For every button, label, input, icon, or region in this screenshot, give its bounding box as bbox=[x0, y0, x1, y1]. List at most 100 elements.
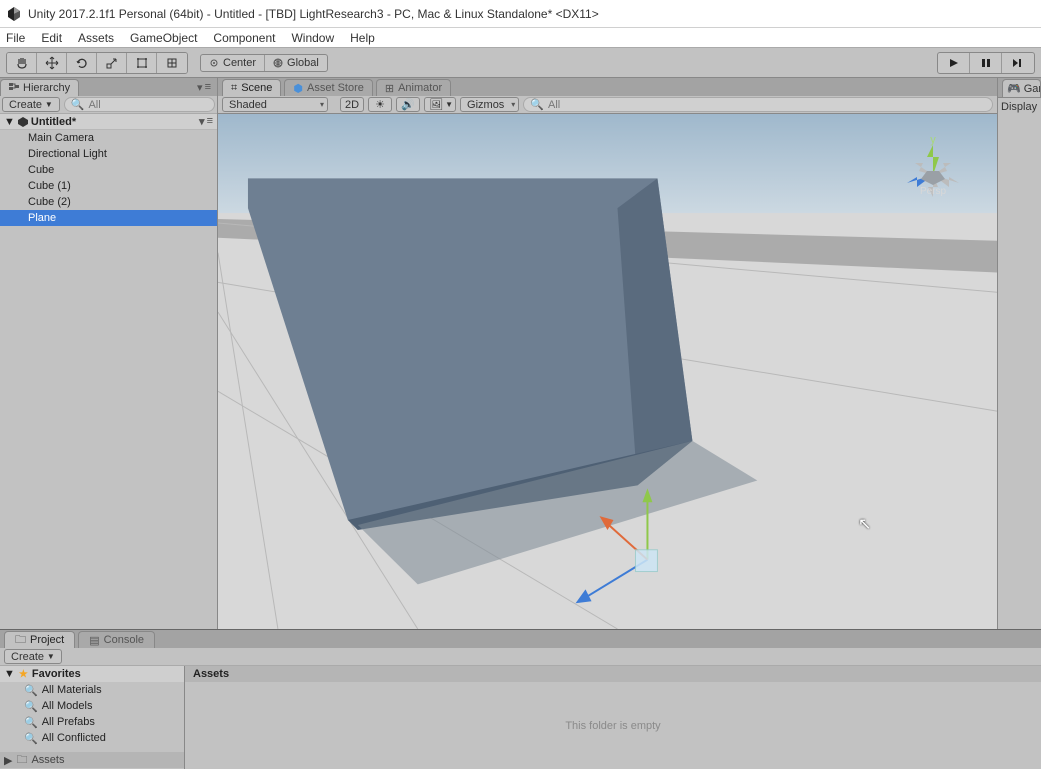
assets-folder[interactable]: ▶ 🗀 Assets bbox=[0, 752, 184, 768]
scene-search-input[interactable]: 🔍 All bbox=[523, 97, 993, 112]
hierarchy-search-input[interactable]: 🔍 All bbox=[64, 97, 215, 112]
tab-label: Project bbox=[30, 634, 64, 646]
dropdown-icon: ▾ bbox=[197, 81, 203, 94]
foldout-icon: ▶ bbox=[4, 754, 12, 767]
rotate-tool-button[interactable] bbox=[67, 53, 97, 73]
toolbar: Center Global bbox=[0, 48, 1041, 78]
asset-store-icon: ⬢ bbox=[293, 82, 303, 95]
tab-scene[interactable]: ⌗Scene bbox=[222, 79, 281, 96]
menu-gameobject[interactable]: GameObject bbox=[130, 31, 197, 45]
unity-scene-icon bbox=[17, 116, 29, 128]
scene-viewport[interactable]: y Persp ↖ bbox=[218, 114, 997, 629]
scene-context-button[interactable]: ▾≡ bbox=[199, 115, 213, 128]
favorite-item[interactable]: 🔍All Materials bbox=[0, 682, 184, 698]
foldout-icon: ▼ bbox=[4, 668, 15, 680]
hierarchy-item[interactable]: Main Camera bbox=[0, 130, 217, 146]
project-body: ▼ ★ Favorites 🔍All Materials 🔍 All Models… bbox=[0, 666, 1041, 769]
tab-project[interactable]: 🗀Project bbox=[4, 631, 75, 648]
hierarchy-context-menu-button[interactable]: ▾≡ bbox=[191, 78, 217, 96]
menu-edit[interactable]: Edit bbox=[41, 31, 62, 45]
effects-dropdown-button[interactable]: 🖼▼ bbox=[424, 97, 456, 112]
hierarchy-item-label: Cube bbox=[28, 164, 54, 176]
hierarchy-item[interactable]: Cube bbox=[0, 162, 217, 178]
project-empty-message: This folder is empty bbox=[185, 682, 1041, 769]
assets-folder-label: Assets bbox=[31, 754, 64, 766]
favorite-item-label: All Models bbox=[42, 700, 93, 712]
hierarchy-item-label: Plane bbox=[28, 212, 56, 224]
play-button[interactable] bbox=[938, 53, 970, 73]
folder-icon: 🗀 bbox=[16, 751, 27, 769]
pivot-center-button[interactable]: Center bbox=[201, 55, 265, 71]
step-button[interactable] bbox=[1002, 53, 1034, 73]
display-dropdown[interactable]: Display bbox=[1001, 101, 1037, 113]
hierarchy-icon bbox=[9, 83, 19, 93]
image-icon: 🖼 bbox=[429, 98, 443, 111]
audio-toggle-button[interactable]: 🔊 bbox=[396, 97, 420, 112]
hierarchy-create-button[interactable]: Create ▼ bbox=[2, 97, 60, 112]
audio-icon: 🔊 bbox=[401, 98, 415, 111]
console-icon: ▤ bbox=[89, 634, 99, 647]
hierarchy-item[interactable]: Plane bbox=[0, 210, 217, 226]
tab-game[interactable]: 🎮Gam bbox=[1002, 79, 1041, 97]
pivot-global-button[interactable]: Global bbox=[265, 55, 327, 71]
transform-tool-button[interactable] bbox=[157, 53, 187, 73]
2d-label: 2D bbox=[345, 99, 359, 111]
hand-tool-button[interactable] bbox=[7, 53, 37, 73]
hierarchy-tab[interactable]: Hierarchy bbox=[0, 79, 79, 96]
menubar: File Edit Assets GameObject Component Wi… bbox=[0, 28, 1041, 48]
project-area: 🗀Project ▤Console Create ▼ ▼ ★ Favorites… bbox=[0, 629, 1041, 769]
animator-icon: ⊞ bbox=[385, 82, 394, 95]
shading-mode-dropdown[interactable]: Shaded bbox=[222, 97, 328, 112]
tab-animator[interactable]: ⊞Animator bbox=[376, 79, 451, 96]
center-panel: ⌗Scene ⬢Asset Store ⊞Animator Shaded 2D … bbox=[218, 78, 997, 629]
projection-label[interactable]: Persp bbox=[893, 186, 973, 197]
menu-help[interactable]: Help bbox=[350, 31, 375, 45]
scene-render bbox=[218, 114, 997, 629]
favorite-item-label: All Conflicted bbox=[42, 732, 106, 744]
inspector-body: Display bbox=[998, 97, 1041, 629]
foldout-icon: ▼ bbox=[4, 116, 15, 128]
gizmos-dropdown[interactable]: Gizmos bbox=[460, 97, 519, 112]
menu-file[interactable]: File bbox=[6, 31, 25, 45]
project-breadcrumb[interactable]: Assets bbox=[185, 666, 1041, 682]
project-tree: ▼ ★ Favorites 🔍All Materials 🔍 All Models… bbox=[0, 666, 185, 769]
hierarchy-item-label: Cube (2) bbox=[28, 196, 71, 208]
tab-label: Asset Store bbox=[307, 82, 364, 94]
project-create-row: Create ▼ bbox=[0, 648, 1041, 666]
lighting-toggle-button[interactable]: ☀ bbox=[368, 97, 392, 112]
gizmos-label: Gizmos bbox=[467, 99, 504, 111]
search-filter-icon: 🔍 bbox=[24, 700, 38, 713]
menu-component[interactable]: Component bbox=[213, 31, 275, 45]
search-filter-icon: 🔍 bbox=[24, 732, 38, 745]
search-icon: 🔍 bbox=[71, 98, 85, 111]
hierarchy-item[interactable]: Cube (1) bbox=[0, 178, 217, 194]
create-label: Create bbox=[11, 651, 44, 663]
pivot-center-label: Center bbox=[223, 57, 256, 69]
search-icon: 🔍 bbox=[530, 98, 544, 111]
pause-button[interactable] bbox=[970, 53, 1002, 73]
pivot-handle-group: Center Global bbox=[200, 54, 328, 72]
favorite-item[interactable]: 🔍All Prefabs bbox=[0, 714, 184, 730]
tab-console[interactable]: ▤Console bbox=[78, 631, 155, 648]
hierarchy-item-label: Directional Light bbox=[28, 148, 107, 160]
scene-orientation-gizmo[interactable]: y bbox=[893, 130, 973, 220]
shading-label: Shaded bbox=[229, 99, 267, 111]
hierarchy-scene-root[interactable]: ▼ Untitled* ▾≡ bbox=[0, 114, 217, 130]
search-filter-icon: 🔍 bbox=[24, 684, 38, 697]
menu-assets[interactable]: Assets bbox=[78, 31, 114, 45]
project-create-button[interactable]: Create ▼ bbox=[4, 649, 62, 664]
hierarchy-search-placeholder: All bbox=[88, 99, 100, 111]
favorite-item[interactable]: 🔍 All Models bbox=[0, 698, 184, 714]
favorites-header[interactable]: ▼ ★ Favorites bbox=[0, 666, 184, 682]
rect-tool-button[interactable] bbox=[127, 53, 157, 73]
scale-tool-button[interactable] bbox=[97, 53, 127, 73]
move-tool-button[interactable] bbox=[37, 53, 67, 73]
hierarchy-item[interactable]: Directional Light bbox=[0, 146, 217, 162]
favorite-item[interactable]: 🔍 All Conflicted bbox=[0, 730, 184, 746]
tab-label: Gam bbox=[1024, 83, 1041, 95]
2d-toggle-button[interactable]: 2D bbox=[340, 97, 364, 112]
hierarchy-item[interactable]: Cube (2) bbox=[0, 194, 217, 210]
globe-icon bbox=[273, 58, 283, 68]
menu-window[interactable]: Window bbox=[291, 31, 334, 45]
tab-asset-store[interactable]: ⬢ Asset Store bbox=[284, 79, 372, 96]
